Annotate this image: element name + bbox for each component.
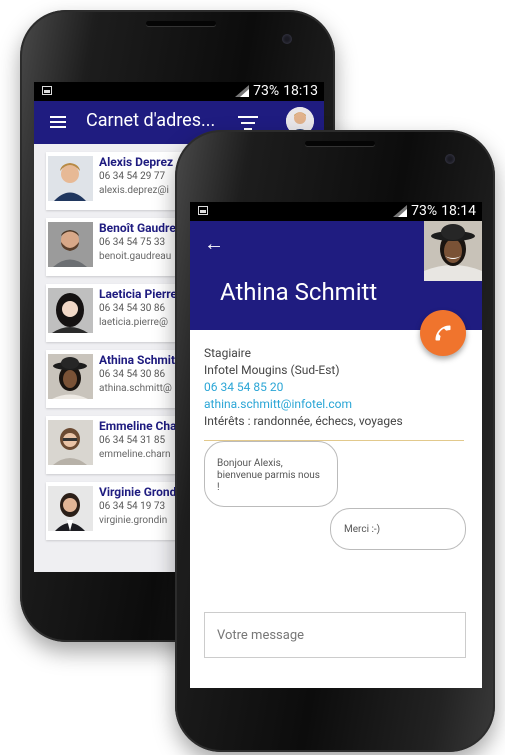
contact-detail-screen: 73% 18:14 ← Athina Schmitt Stagiaire Inf… <box>190 202 482 688</box>
contact-phone: 06 34 54 30 86 <box>99 303 166 314</box>
contact-phone: 06 34 54 19 73 <box>99 501 166 512</box>
contact-photo <box>48 222 93 267</box>
contact-email: virginie.grondin <box>99 515 168 526</box>
contact-name: Alexis Deprez <box>99 155 174 169</box>
contact-email: laeticia.pierre@ <box>99 317 168 328</box>
contact-phone-link[interactable]: 06 34 54 85 20 <box>204 379 482 396</box>
contact-company: Infotel Mougins (Sud-Est) <box>204 363 340 377</box>
message-composer[interactable] <box>204 612 466 658</box>
contact-phone: 06 34 54 75 33 <box>99 237 166 248</box>
clock: 18:14 <box>441 203 476 219</box>
contact-phone: 06 34 54 31 85 <box>99 435 166 446</box>
contact-phone: 06 34 54 30 86 <box>99 369 166 380</box>
contact-phone: 06 34 54 29 77 <box>99 171 166 182</box>
menu-icon[interactable] <box>50 116 66 128</box>
clock: 18:13 <box>283 83 318 99</box>
battery-level: 73% <box>411 203 438 219</box>
phone-icon <box>435 325 451 341</box>
phone-front: 73% 18:14 ← Athina Schmitt Stagiaire Inf… <box>175 130 495 752</box>
image-notification-icon <box>42 86 52 95</box>
contact-name: Laeticia Pierre <box>99 287 178 301</box>
contact-photo <box>48 354 93 399</box>
message-bubble-sent: Merci :-) <box>330 508 466 550</box>
message-bubble-received: Bonjour Alexis, bienvenue parmis nous ! <box>204 441 338 507</box>
contact-email: athina.schmitt@ <box>99 383 172 394</box>
speaker-grille <box>305 141 375 146</box>
back-arrow-icon[interactable]: ← <box>204 233 224 253</box>
contact-photo <box>48 486 93 531</box>
contact-photo <box>424 221 482 281</box>
image-notification-icon <box>198 206 208 215</box>
contact-photo <box>48 156 93 201</box>
toolbar-title: Carnet d'adres... <box>86 110 216 131</box>
contact-name: Athina Schmitt <box>220 278 378 306</box>
front-camera <box>282 34 292 44</box>
contact-email: emmeline.charn <box>99 449 171 460</box>
contact-name: Athina Schmit <box>99 353 176 367</box>
contact-name: Benoît Gaudre <box>99 221 176 235</box>
status-bar: 73% 18:14 <box>190 202 482 221</box>
contact-name: Emmeline Cha <box>99 419 177 433</box>
signal-icon <box>393 205 408 217</box>
filter-icon[interactable] <box>238 116 258 130</box>
contact-name: Virginie Grond <box>99 485 177 499</box>
contact-photo <box>48 420 93 465</box>
contact-email-link[interactable]: athina.schmitt@infotel.com <box>204 396 482 413</box>
message-input[interactable] <box>205 613 465 657</box>
call-button[interactable] <box>420 310 466 356</box>
battery-level: 73% <box>253 83 280 99</box>
status-bar: 73% 18:13 <box>34 82 324 101</box>
contact-email: benoit.gaudreau <box>99 251 172 262</box>
signal-icon <box>235 85 250 97</box>
contact-email: alexis.deprez@i <box>99 185 169 196</box>
contact-header: ← Athina Schmitt <box>190 221 482 356</box>
contact-photo <box>48 288 93 333</box>
contact-interests: Intérêts : randonnée, échecs, voyages <box>204 414 403 428</box>
speaker-grille <box>146 21 216 26</box>
front-camera <box>445 154 455 164</box>
